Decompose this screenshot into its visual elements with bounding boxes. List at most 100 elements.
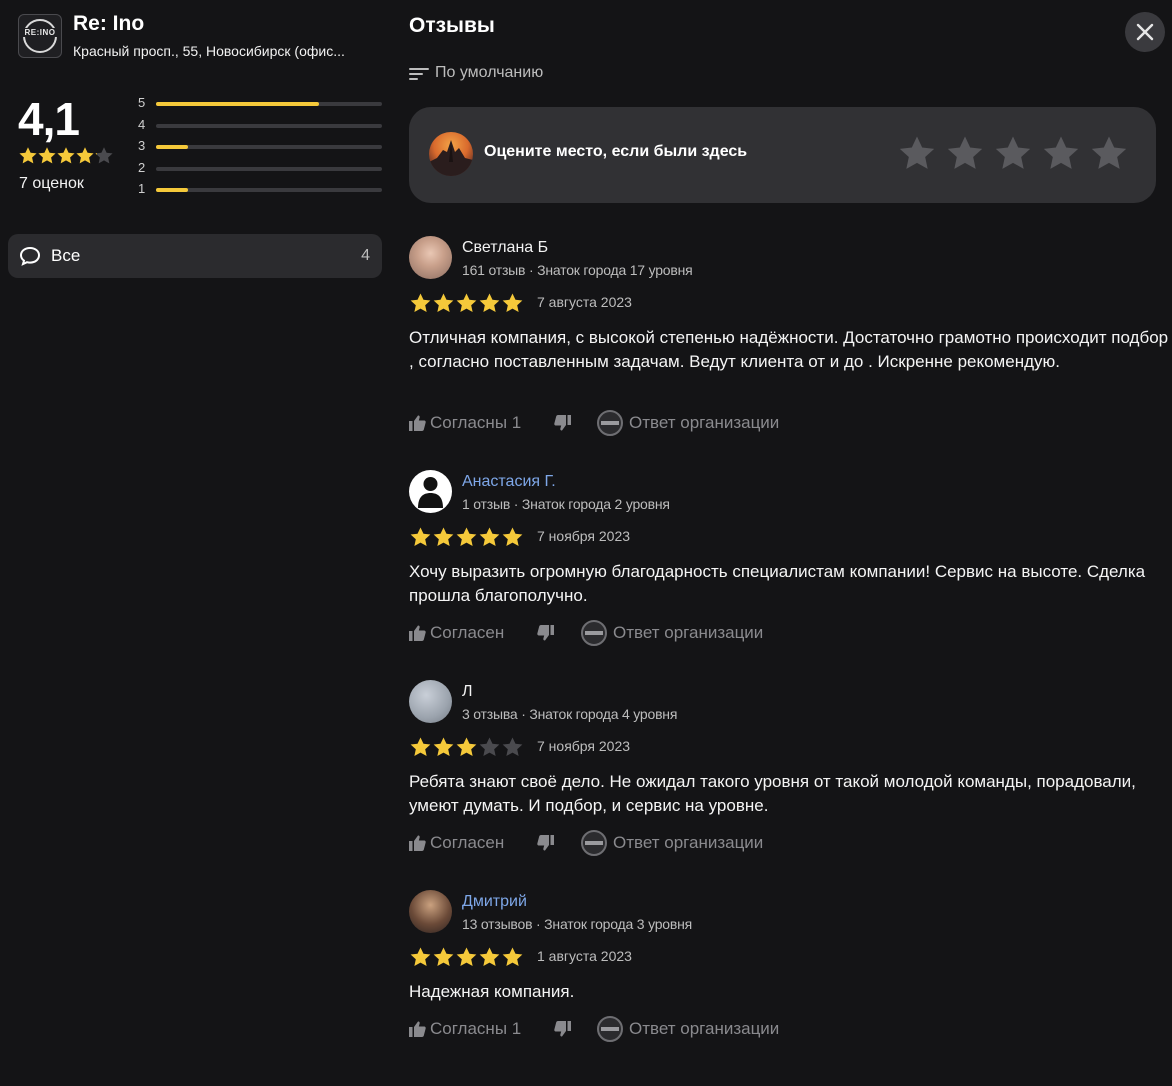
review-author-meta: 13 отзывов · Знаток города 3 уровня bbox=[462, 916, 693, 932]
org-reply-label: Ответ организации bbox=[629, 1019, 780, 1038]
org-reply-label: Ответ организации bbox=[613, 833, 764, 852]
rate-prompt: Оцените место, если были здесь bbox=[484, 143, 748, 160]
star-filled-icon bbox=[76, 147, 94, 164]
organization-name[interactable]: Re: Ino bbox=[73, 12, 144, 36]
distribution-row: 5 bbox=[138, 95, 384, 117]
distribution-label: 4 bbox=[138, 116, 146, 132]
org-reply-button[interactable]: Ответ организации bbox=[581, 620, 791, 646]
star-filled-icon bbox=[456, 527, 477, 547]
review-date: 7 ноября 2023 bbox=[537, 528, 631, 544]
organization-logo-icon bbox=[597, 410, 623, 436]
review-text: Хочу выразить огромную благодарность спе… bbox=[409, 562, 1146, 605]
org-reply-label: Ответ организации bbox=[629, 413, 780, 432]
thumbs-up-icon bbox=[409, 835, 426, 851]
distribution-row: 4 bbox=[138, 117, 384, 139]
review-date: 7 августа 2023 bbox=[537, 294, 632, 310]
rating-stars bbox=[18, 146, 113, 166]
thumbs-up-icon bbox=[409, 415, 426, 431]
disagree-button[interactable] bbox=[554, 1016, 574, 1042]
organization-logo-icon bbox=[581, 830, 607, 856]
review-date: 7 ноября 2023 bbox=[537, 738, 631, 754]
review-text: Отличная компания, с высокой степенью на… bbox=[409, 328, 1169, 371]
star-filled-icon bbox=[433, 293, 454, 313]
review-text: Надежная компания. bbox=[409, 982, 575, 1001]
disagree-button[interactable] bbox=[537, 620, 557, 646]
organization-logo: RE:INO bbox=[18, 14, 62, 58]
review-author-meta: 1 отзыв · Знаток города 2 уровня bbox=[462, 496, 670, 512]
review-author[interactable]: Дмитрий bbox=[462, 893, 527, 911]
distribution-bar-track bbox=[156, 166, 382, 171]
close-button[interactable] bbox=[1125, 12, 1165, 52]
review-stars bbox=[409, 292, 524, 314]
review-author[interactable]: Анастасия Г. bbox=[462, 473, 556, 491]
star-filled-icon bbox=[456, 737, 477, 757]
review-author-meta: 3 отзыва · Знаток города 4 уровня bbox=[462, 706, 678, 722]
thumbs-down-icon bbox=[554, 415, 571, 431]
distribution-label: 3 bbox=[138, 138, 146, 153]
distribution-bar-fill bbox=[156, 188, 188, 192]
star-filled-icon bbox=[19, 147, 37, 164]
org-reply-label: Ответ организации bbox=[613, 623, 764, 642]
author-avatar[interactable] bbox=[409, 680, 452, 723]
rate-star-icon[interactable] bbox=[897, 134, 937, 174]
author-avatar[interactable] bbox=[409, 470, 452, 513]
rate-star-icon[interactable] bbox=[1089, 134, 1129, 174]
organization-address: Красный просп., 55, Новосибирск (офис... bbox=[73, 43, 345, 59]
rate-star-icon[interactable] bbox=[945, 134, 985, 174]
distribution-label: 5 bbox=[138, 95, 146, 110]
rate-star-icon[interactable] bbox=[993, 134, 1033, 174]
disagree-button[interactable] bbox=[554, 410, 574, 436]
review-card: Анастасия Г. 1 отзыв · Знаток города 2 ур… bbox=[409, 470, 1169, 650]
review-card: Дмитрий 13 отзывов · Знаток города 3 уров… bbox=[409, 890, 1169, 1046]
star-filled-icon bbox=[38, 147, 56, 164]
distribution-bar-track bbox=[156, 188, 382, 192]
rating-distribution: 5 4 3 2 1 bbox=[138, 95, 384, 203]
star-filled-icon bbox=[410, 293, 431, 313]
disagree-button[interactable] bbox=[537, 830, 557, 856]
star-empty-icon bbox=[479, 737, 500, 757]
rate-place-card: Оцените место, если были здесь bbox=[409, 107, 1156, 203]
comment-bubble-icon bbox=[19, 246, 41, 266]
star-filled-icon bbox=[479, 293, 500, 313]
organization-logo-icon bbox=[581, 620, 607, 646]
star-filled-icon bbox=[410, 947, 431, 967]
distribution-label: 2 bbox=[138, 159, 146, 175]
agree-button[interactable]: Согласны 1 bbox=[409, 1016, 529, 1042]
review-card: Светлана Б 161 отзыв · Знаток города 17 у… bbox=[409, 236, 1169, 440]
rate-star-icon[interactable] bbox=[1041, 134, 1081, 174]
filter-all-button[interactable]: Все 4 bbox=[8, 234, 382, 278]
agree-label: Согласны 1 bbox=[430, 1019, 522, 1038]
organization-logo-icon bbox=[597, 1016, 623, 1042]
star-partial-icon bbox=[95, 147, 113, 164]
thumbs-up-icon bbox=[409, 625, 426, 641]
distribution-label: 1 bbox=[138, 181, 146, 196]
organization-header: RE:INO Re: Ino Красный просп., 55, Новос… bbox=[18, 12, 388, 60]
user-avatar bbox=[429, 132, 473, 176]
agree-label: Согласен bbox=[430, 623, 505, 642]
sort-icon bbox=[409, 68, 429, 80]
organization-sidebar: RE:INO Re: Ino Красный просп., 55, Новос… bbox=[0, 0, 392, 1086]
author-avatar[interactable] bbox=[409, 236, 452, 279]
org-reply-button[interactable]: Ответ организации bbox=[597, 1016, 807, 1042]
org-reply-button[interactable]: Ответ организации bbox=[597, 410, 807, 436]
filter-all-label: Все bbox=[51, 246, 81, 265]
author-avatar[interactable] bbox=[409, 890, 452, 933]
review-stars bbox=[409, 736, 524, 758]
distribution-row: 1 bbox=[138, 181, 384, 203]
sort-label: По умолчанию bbox=[435, 64, 544, 81]
agree-button[interactable]: Согласны 1 bbox=[409, 410, 529, 436]
distribution-bar-track bbox=[156, 102, 382, 106]
agree-button[interactable]: Согласен bbox=[409, 620, 513, 646]
review-stars bbox=[409, 946, 524, 968]
distribution-bar-track bbox=[156, 123, 382, 128]
distribution-row: 2 bbox=[138, 160, 384, 182]
filter-all-count: 4 bbox=[361, 247, 370, 264]
star-filled-icon bbox=[433, 527, 454, 547]
review-date: 1 августа 2023 bbox=[537, 948, 632, 964]
review-text: Ребята знают своё дело. Не ожидал такого… bbox=[409, 772, 1136, 815]
star-filled-icon bbox=[502, 527, 523, 547]
rate-stars-input[interactable] bbox=[897, 134, 1137, 179]
org-reply-button[interactable]: Ответ организации bbox=[581, 830, 791, 856]
agree-button[interactable]: Согласен bbox=[409, 830, 513, 856]
star-filled-icon bbox=[456, 293, 477, 313]
